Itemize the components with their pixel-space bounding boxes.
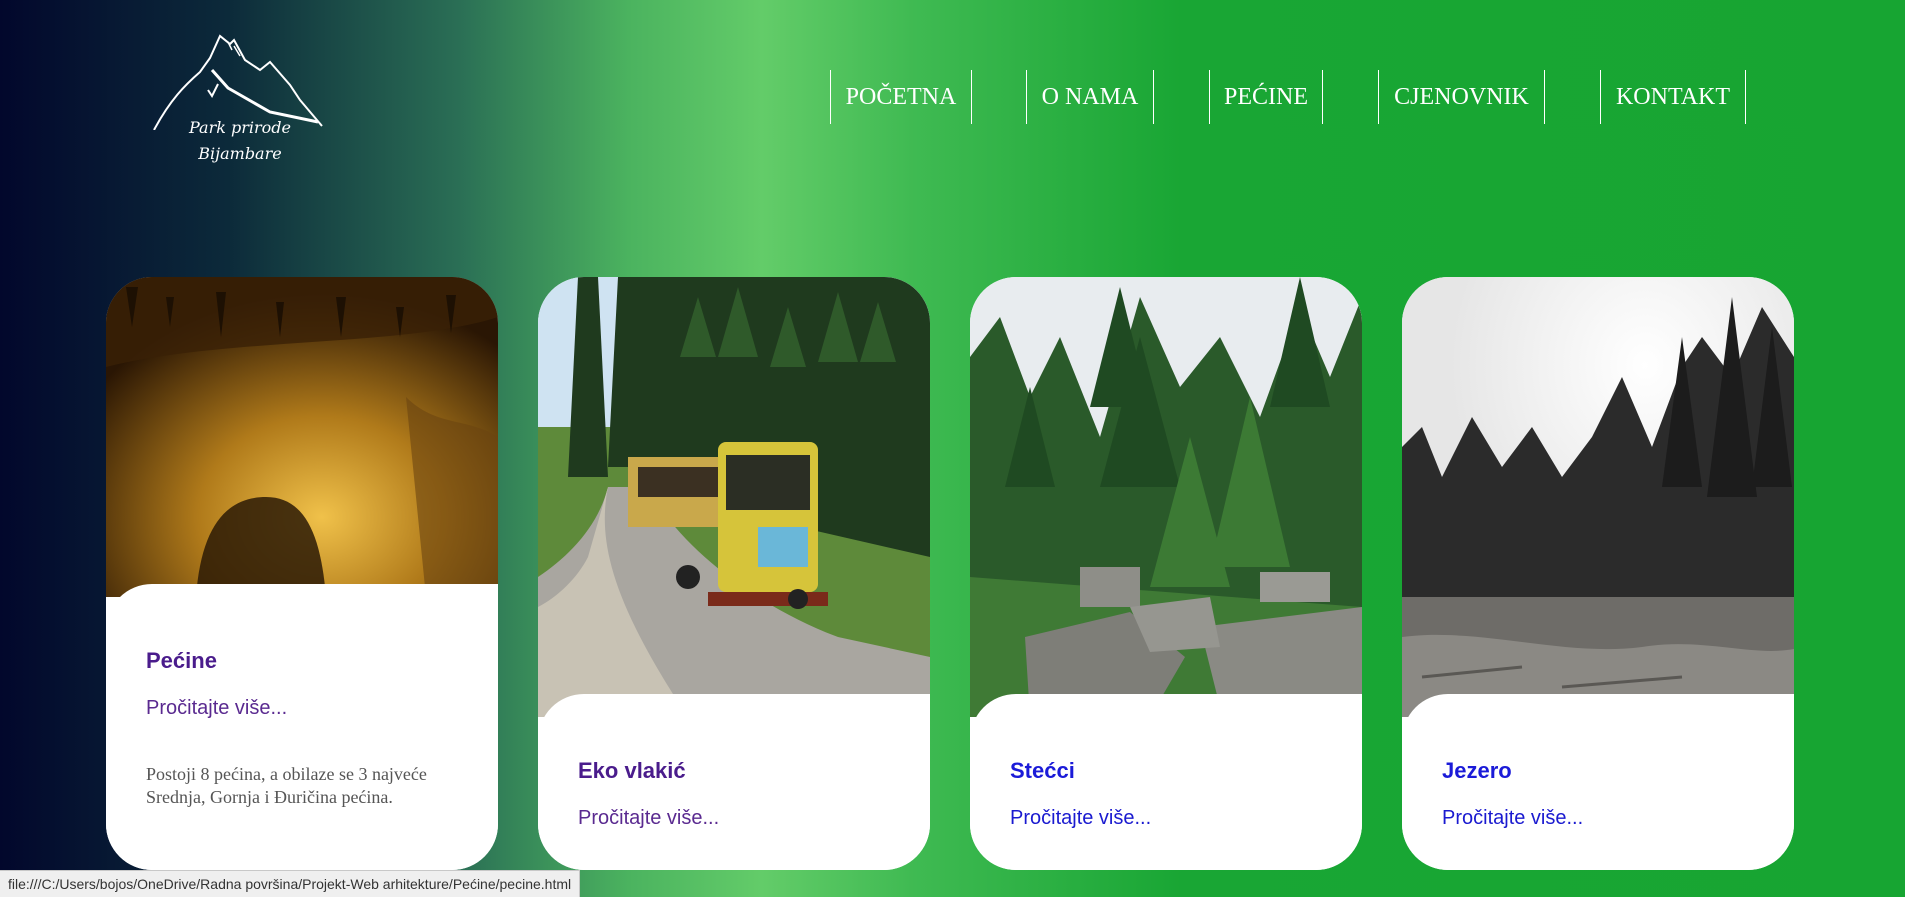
card-info-panel: Eko vlakić Pročitajte više... xyxy=(538,694,930,870)
read-more-link[interactable]: Pročitajte više... xyxy=(1442,807,1583,830)
cave-photo xyxy=(106,277,498,597)
card-pecine[interactable]: Pećine Pročitajte više... Postoji 8 peći… xyxy=(106,277,498,870)
card-stecci[interactable]: Stećci Pročitajte više... xyxy=(970,277,1362,870)
card-title[interactable]: Jezero xyxy=(1442,758,1512,784)
card-title[interactable]: Stećci xyxy=(1010,758,1075,784)
tombstones-forest-photo xyxy=(970,277,1362,717)
read-more-link[interactable]: Pročitajte više... xyxy=(146,697,287,720)
nav-item-cjenovnik[interactable]: CJENOVNIK xyxy=(1378,70,1545,124)
nav-item-o-nama[interactable]: O NAMA xyxy=(1026,70,1154,124)
main-navigation: POČETNA O NAMA PEĆINE CJENOVNIK KONTAKT xyxy=(0,70,1905,124)
eco-train-photo xyxy=(538,277,930,717)
card-title[interactable]: Eko vlakić xyxy=(578,758,686,784)
card-jezero[interactable]: Jezero Pročitajte više... xyxy=(1402,277,1794,870)
card-info-panel: Stećci Pročitajte više... xyxy=(970,694,1362,870)
card-info-panel: Jezero Pročitajte više... xyxy=(1402,694,1794,870)
lake-forest-photo xyxy=(1402,277,1794,717)
card-eko-vlakic[interactable]: Eko vlakić Pročitajte više... xyxy=(538,277,930,870)
nav-item-pocetna[interactable]: POČETNA xyxy=(830,70,972,124)
card-description: Postoji 8 pećina, a obilaze se 3 najveće… xyxy=(146,764,427,807)
read-more-link[interactable]: Pročitajte više... xyxy=(1010,807,1151,830)
card-title[interactable]: Pećine xyxy=(146,648,217,674)
nav-item-pecine[interactable]: PEĆINE xyxy=(1209,70,1323,124)
read-more-link[interactable]: Pročitajte više... xyxy=(578,807,719,830)
nav-item-kontakt[interactable]: KONTAKT xyxy=(1600,70,1746,124)
vertical-scrollbar[interactable] xyxy=(1895,0,1905,897)
status-bar-url: file:///C:/Users/bojos/OneDrive/Radna po… xyxy=(0,870,581,897)
logo-text-line2: Bijambare xyxy=(198,144,282,163)
card-info-panel: Pećine Pročitajte više... Postoji 8 peći… xyxy=(106,584,498,870)
